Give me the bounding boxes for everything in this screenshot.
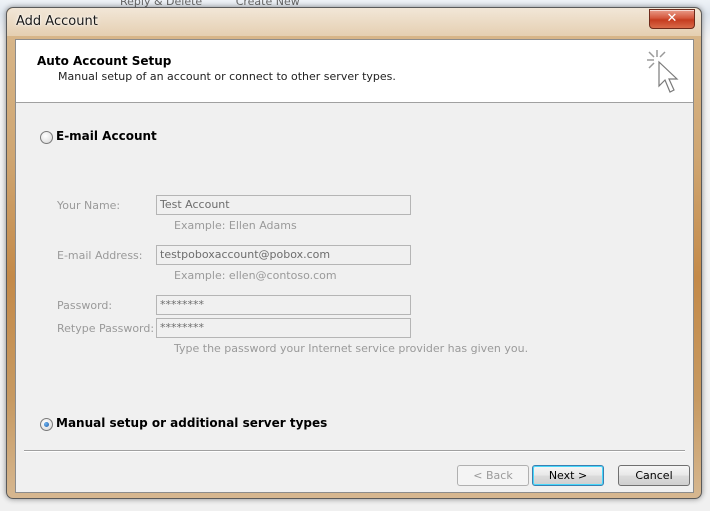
manual-setup-radio[interactable] bbox=[40, 418, 53, 431]
back-button[interactable]: < Back bbox=[457, 465, 529, 486]
your-name-example: Example: Ellen Adams bbox=[174, 219, 297, 232]
dialog-header: Auto Account Setup Manual setup of an ac… bbox=[16, 40, 693, 103]
retype-password-label: Retype Password: bbox=[57, 322, 155, 335]
cursor-click-icon bbox=[647, 50, 679, 93]
email-account-label[interactable]: E-mail Account bbox=[56, 129, 157, 143]
retype-password-field[interactable]: ******** bbox=[156, 318, 411, 338]
email-address-label: E-mail Address: bbox=[57, 249, 143, 262]
password-field[interactable]: ******** bbox=[156, 295, 411, 315]
add-account-dialog: Add Account ✕ Auto Account Setup Manual … bbox=[6, 7, 702, 499]
manual-setup-label[interactable]: Manual setup or additional server types bbox=[56, 416, 327, 430]
your-name-label: Your Name: bbox=[57, 199, 121, 212]
password-hint: Type the password your Internet service … bbox=[174, 342, 529, 355]
email-address-field[interactable]: testpoboxaccount@pobox.com bbox=[156, 245, 411, 265]
next-button[interactable]: Next > bbox=[532, 465, 604, 486]
dialog-title: Add Account bbox=[16, 14, 98, 29]
email-account-radio[interactable] bbox=[40, 131, 53, 144]
dialog-client-area: Auto Account Setup Manual setup of an ac… bbox=[15, 39, 694, 493]
email-address-example: Example: ellen@contoso.com bbox=[174, 269, 337, 282]
page-title: Auto Account Setup bbox=[37, 54, 172, 68]
cancel-button[interactable]: Cancel bbox=[618, 465, 690, 486]
password-label: Password: bbox=[57, 299, 113, 312]
close-button[interactable]: ✕ bbox=[649, 9, 695, 29]
footer-divider bbox=[24, 450, 685, 452]
your-name-field[interactable]: Test Account bbox=[156, 195, 411, 215]
page-subtitle: Manual setup of an account or connect to… bbox=[58, 70, 396, 83]
